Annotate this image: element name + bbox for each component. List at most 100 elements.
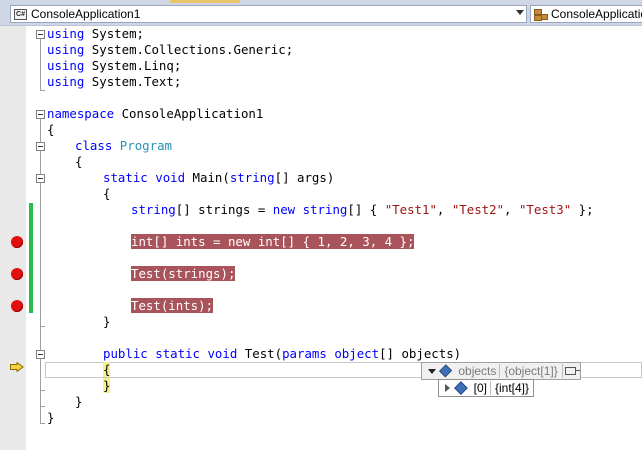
change-tracking-bar <box>29 203 33 313</box>
code-line[interactable]: class Program <box>75 138 172 154</box>
code-line[interactable]: { <box>75 154 82 170</box>
code-line[interactable]: } <box>47 410 54 426</box>
code-text: } <box>103 314 111 329</box>
class-icon <box>534 8 548 21</box>
datatip-value[interactable]: {int[4]} <box>491 381 533 395</box>
code-text: } <box>75 394 83 409</box>
code-text: [] objects) <box>379 346 462 361</box>
project-dropdown[interactable]: C# ConsoleApplication1 <box>10 5 527 23</box>
keyword: string <box>229 170 275 185</box>
outline-guide-end <box>40 326 45 327</box>
outline-guide <box>40 39 41 90</box>
breakpoint-icon[interactable] <box>11 268 23 280</box>
code-text: [] strings = <box>175 202 273 217</box>
code-line[interactable]: namespace ConsoleApplication1 <box>47 106 263 122</box>
keyword: object <box>334 346 380 361</box>
code-text: } <box>47 410 55 425</box>
code-line[interactable]: using System.Collections.Generic; <box>47 42 293 58</box>
string-literal: "Test1" <box>384 202 437 217</box>
keyword: void <box>155 170 186 185</box>
code-line[interactable]: static void Main(string[] args) <box>103 170 334 186</box>
keyword: static <box>155 346 200 361</box>
collapse-arrow-icon[interactable] <box>428 368 436 374</box>
code-line[interactable]: using System.Text; <box>47 74 181 90</box>
code-text: System.Linq; <box>84 58 182 73</box>
code-line[interactable]: { <box>47 122 54 138</box>
datatip-name: [0] <box>473 381 487 395</box>
keyword: using <box>47 58 85 73</box>
breakpoint-statement: Test(ints); <box>131 298 214 313</box>
pin-icon[interactable] <box>564 367 581 375</box>
code-line[interactable]: using System; <box>47 26 144 42</box>
code-text: , <box>504 202 519 217</box>
code-text: , <box>436 202 452 217</box>
code-line-breakpoint[interactable]: int[] ints = new int[] { 1, 2, 3, 4 }; <box>131 234 415 250</box>
datatip-separator <box>561 364 563 378</box>
code-line[interactable]: } <box>75 394 82 410</box>
navigation-bar: C# ConsoleApplication1 ConsoleApplicatio <box>0 0 642 26</box>
outline-guide <box>40 119 41 423</box>
code-line-breakpoint[interactable]: Test(strings); <box>131 266 236 282</box>
outline-guide-end <box>40 90 45 91</box>
chevron-down-icon[interactable] <box>516 10 524 15</box>
indicator-margin[interactable] <box>0 26 26 450</box>
code-line[interactable]: string[] strings = new string[] { "Test1… <box>131 202 594 218</box>
outline-guide-end <box>40 423 45 424</box>
code-text: { <box>47 122 55 137</box>
datatip-objects[interactable]: objects {object[1]} <box>421 362 581 380</box>
keyword: public <box>103 346 148 361</box>
execution-arrow-icon <box>10 362 24 372</box>
keyword: string <box>131 202 176 217</box>
code-text: ConsoleApplication1 <box>114 106 264 121</box>
collapse-class-icon[interactable] <box>36 142 45 151</box>
object-icon <box>439 364 453 378</box>
keyword: params <box>282 346 327 361</box>
datatip-item-0[interactable]: [0] {int[4]} <box>438 379 534 397</box>
code-text: Test( <box>237 346 283 361</box>
datatip-value[interactable]: {object[1]} <box>500 364 561 378</box>
collapse-usings-icon[interactable] <box>36 30 45 39</box>
code-line-breakpoint[interactable]: Test(ints); <box>131 298 214 314</box>
csharp-file-icon: C# <box>14 8 27 20</box>
keyword: string <box>302 202 348 217</box>
code-line[interactable]: } <box>103 378 111 394</box>
code-text: { <box>75 154 83 169</box>
keyword: static <box>103 170 148 185</box>
breakpoint-statement: Test(strings); <box>131 266 236 281</box>
code-line[interactable]: using System.Linq; <box>47 58 181 74</box>
code-text: Main( <box>185 170 230 185</box>
string-literal: "Test2" <box>451 202 505 217</box>
outline-guide-end <box>40 390 45 391</box>
collapse-method-main-icon[interactable] <box>36 174 45 183</box>
collapse-method-test-icon[interactable] <box>36 350 45 359</box>
code-text: } <box>103 378 111 393</box>
member-dropdown[interactable]: ConsoleApplicatio <box>530 5 642 23</box>
code-text: System.Text; <box>84 74 182 89</box>
code-line[interactable]: public static void Test(params object[] … <box>103 346 461 362</box>
string-literal: "Test3" <box>518 202 572 217</box>
collapse-namespace-icon[interactable] <box>36 110 45 119</box>
code-text: System.Collections.Generic; <box>84 42 294 57</box>
code-text: }; <box>571 202 594 217</box>
keyword: namespace <box>47 106 115 121</box>
expand-arrow-icon[interactable] <box>445 384 450 392</box>
object-icon <box>454 381 468 395</box>
keyword: new <box>272 202 296 217</box>
outline-guide-end <box>40 406 45 407</box>
keyword: using <box>47 74 85 89</box>
code-text: { <box>103 186 111 201</box>
active-tab-edge <box>170 0 240 3</box>
type-name: Program <box>119 138 172 153</box>
keyword: class <box>75 138 113 153</box>
project-dropdown-value: ConsoleApplication1 <box>31 7 141 21</box>
code-text: System; <box>84 26 144 41</box>
code-line[interactable]: } <box>103 314 110 330</box>
keyword: void <box>207 346 238 361</box>
breakpoint-icon[interactable] <box>11 300 23 312</box>
code-line[interactable]: { <box>103 186 110 202</box>
keyword: using <box>47 42 85 57</box>
breakpoint-icon[interactable] <box>11 236 23 248</box>
keyword: using <box>47 26 85 41</box>
code-text: [] args) <box>274 170 335 185</box>
code-line-current[interactable]: { <box>103 362 111 378</box>
